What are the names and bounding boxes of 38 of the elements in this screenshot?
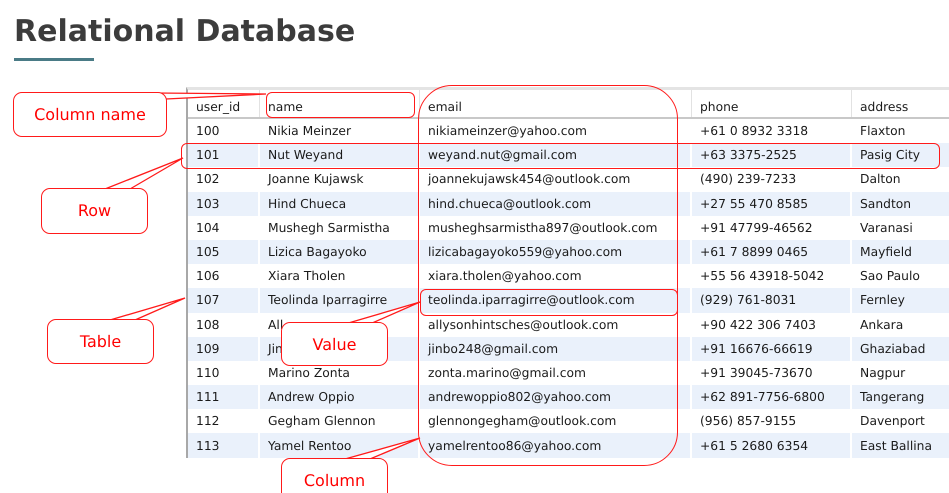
table-cell: 107 [188,288,260,312]
table-cell: +27 55 470 8585 [692,192,852,216]
table-cell: Hind Chueca [260,192,420,216]
table-cell: yamelrentoo86@yahoo.com [420,433,692,458]
table-cell: jinbo248@gmail.com [420,336,692,361]
table-cell: Sandton [852,192,949,216]
table-cell: 111 [188,385,260,410]
table-cell: +62 891-7756-6800 [692,385,852,410]
table-cell: +91 16676-66619 [692,336,852,361]
table-cell: teolinda.iparragirre@outlook.com [420,288,692,312]
table-cell: 113 [188,433,260,458]
table-cell: 105 [188,240,260,264]
table-cell: +61 5 2680 6354 [692,433,852,458]
table-cell: Ghaziabad [852,336,949,361]
table-cell: Pasig City [852,143,949,168]
table-cell: +63 3375-2525 [692,143,852,168]
callout-label: Column name [13,92,167,137]
table-cell: andrewoppio802@yahoo.com [420,385,692,410]
column-header: phone [692,90,852,117]
table-cell: Lizica Bagayoko [260,240,420,264]
table-cell: weyand.nut@gmail.com [420,143,692,168]
table-cell: East Ballina [852,433,949,458]
table-cell: Andrew Oppio [260,385,420,410]
table-cell: Tangerang [852,385,949,410]
table-cell: Nut Weyand [260,143,420,168]
table-cell: 101 [188,143,260,168]
table-cell: 103 [188,192,260,216]
table-cell: Fernley [852,288,949,312]
column-header: address [852,90,949,117]
table-cell: hind.chueca@outlook.com [420,192,692,216]
table-cell: (929) 761-8031 [692,288,852,312]
column-header: email [420,90,692,117]
table-cell: Mayfield [852,240,949,264]
table-cell: +61 7 8899 0465 [692,240,852,264]
table-cell: 109 [188,336,260,361]
page-title: Relational Database [14,14,356,49]
callout-label: Row [41,188,148,234]
table-cell: lizicabagayoko559@yahoo.com [420,240,692,264]
